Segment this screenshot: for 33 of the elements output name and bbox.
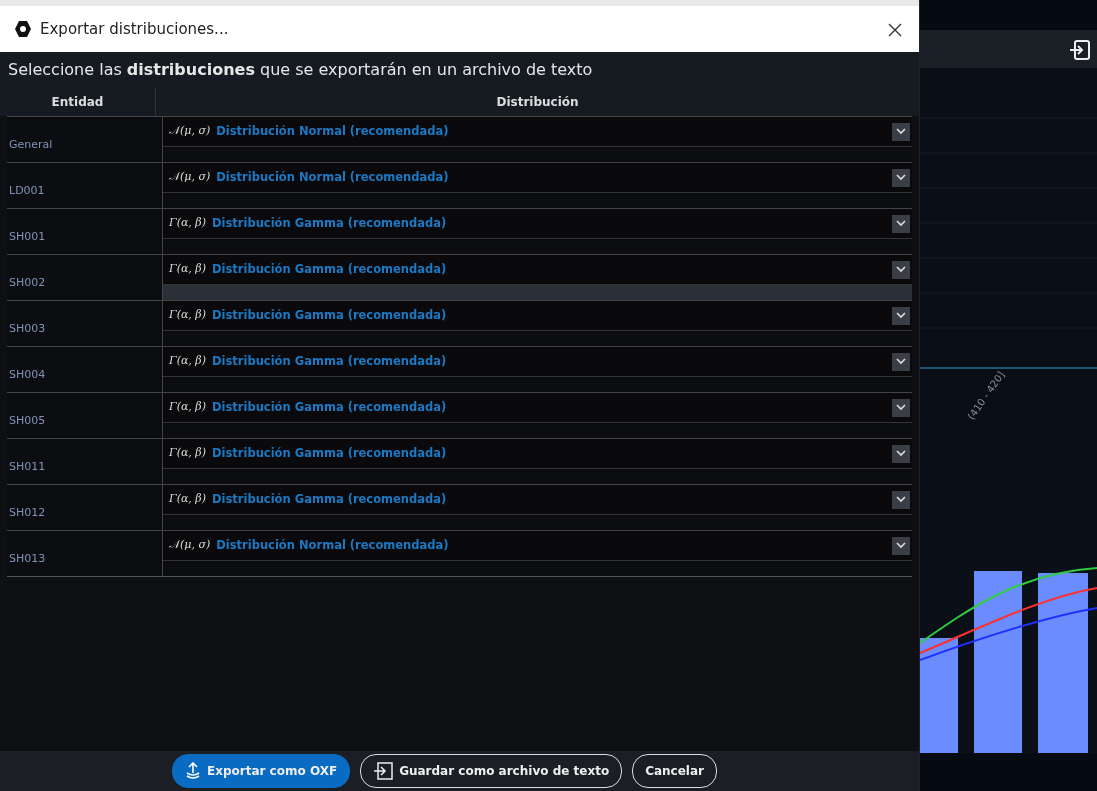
distribution-dropdown[interactable]: 𝒩(μ, σ) Distribución Normal (recomendada): [163, 117, 912, 147]
caret-icon: [892, 122, 910, 141]
caret-icon: [892, 168, 910, 187]
caret-icon: [892, 352, 910, 371]
caret-icon: [892, 536, 910, 555]
distribution-dropdown[interactable]: Γ(α, β) Distribución Gamma (recomendada): [163, 393, 912, 423]
distribution-dropdown[interactable]: Γ(α, β) Distribución Gamma (recomendada): [163, 347, 912, 377]
cancel-button[interactable]: Cancelar: [632, 754, 717, 788]
upload-icon: [185, 762, 201, 780]
distribution-dropdown[interactable]: Γ(α, β) Distribución Gamma (recomendada): [163, 255, 912, 285]
distribution-dropdown[interactable]: 𝒩(μ, σ) Distribución Normal (recomendada): [163, 531, 912, 561]
instruction-text: Seleccione las distribuciones que se exportarán en un archivo de texto: [0, 52, 919, 88]
window-title: Exportar distribuciones...: [40, 18, 229, 40]
caret-icon: [892, 398, 910, 417]
login-icon: [373, 762, 394, 780]
caret-icon: [892, 260, 910, 279]
distribution-dropdown[interactable]: Γ(α, β) Distribución Gamma (recomendada): [163, 209, 912, 239]
export-button[interactable]: Exportar como OXF: [172, 754, 351, 788]
app-logo-icon: [14, 20, 32, 38]
close-icon: [887, 21, 903, 38]
distribution-dropdown[interactable]: Γ(α, β) Distribución Gamma (recomendada): [163, 439, 912, 469]
distribution-dropdown[interactable]: 𝒩(μ, σ) Distribución Normal (recomendada): [163, 163, 912, 193]
caret-icon: [892, 444, 910, 463]
distribution-dropdown[interactable]: Γ(α, β) Distribución Gamma (recomendada): [163, 485, 912, 515]
caret-icon: [892, 306, 910, 325]
login-icon: [1069, 38, 1091, 61]
save-button[interactable]: Guardar como archivo de texto: [360, 754, 623, 788]
column-header: Distribución: [155, 88, 919, 116]
caret-icon: [892, 214, 910, 233]
login-button[interactable]: [1069, 37, 1091, 61]
column-header: Entidad: [50, 94, 105, 111]
distribution-dropdown[interactable]: Γ(α, β) Distribución Gamma (recomendada): [163, 301, 912, 331]
caret-icon: [892, 490, 910, 509]
